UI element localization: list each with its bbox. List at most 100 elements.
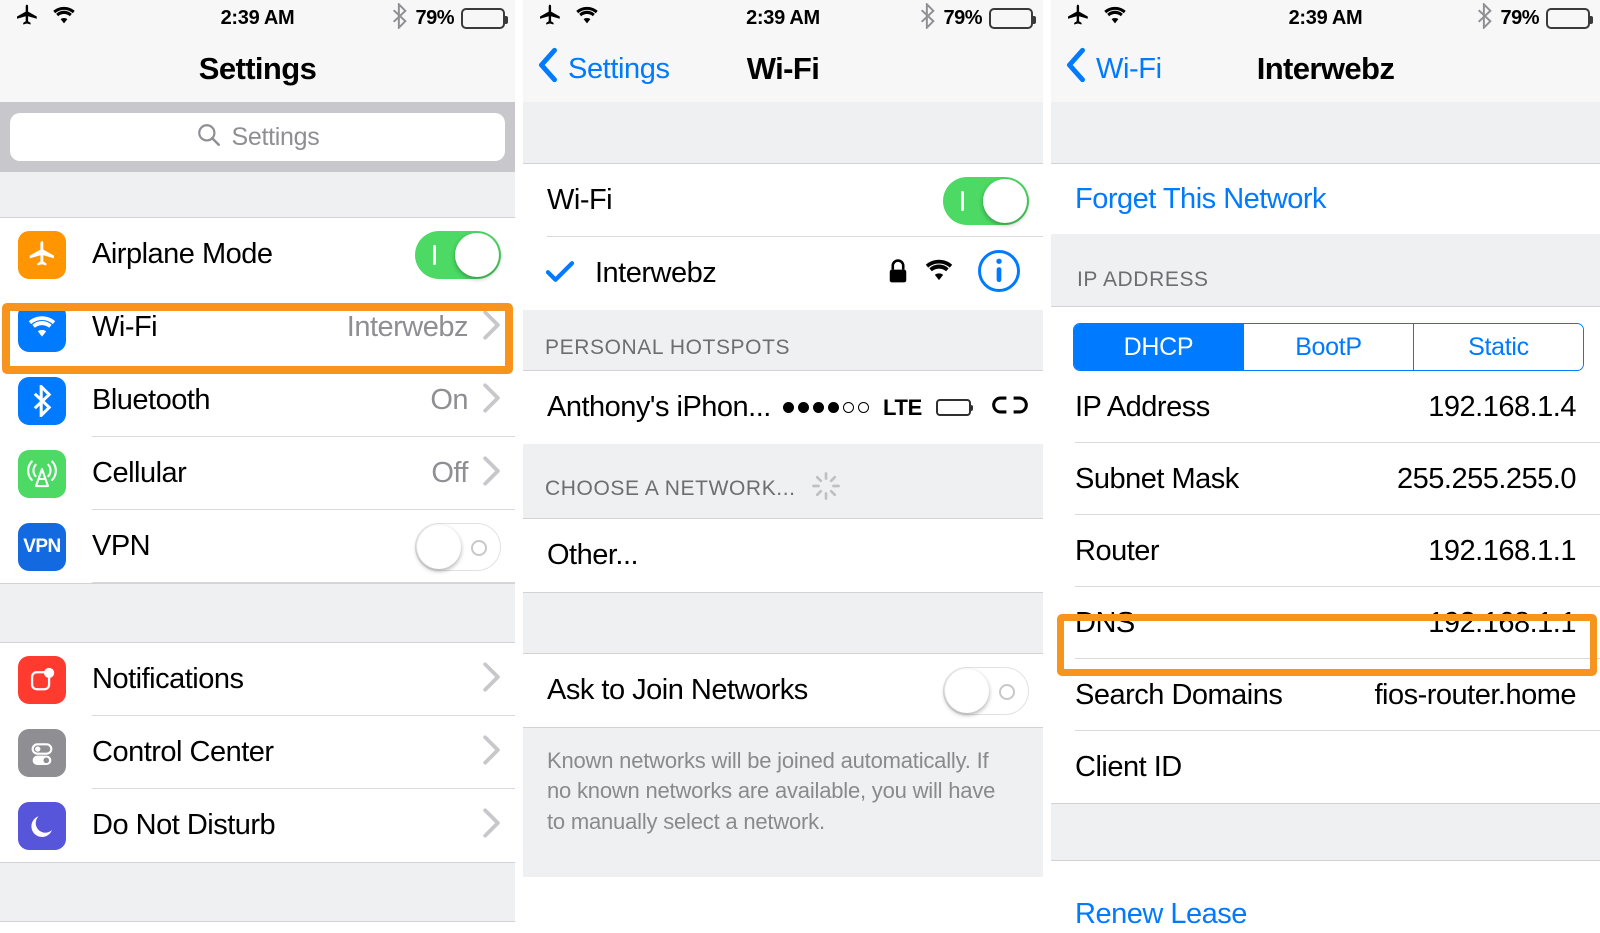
forget-this-network-button[interactable]: Forget This Network bbox=[1051, 164, 1600, 234]
ask-to-join-row[interactable]: Ask to Join Networks bbox=[523, 654, 1043, 727]
battery-percent: 79% bbox=[1500, 6, 1539, 29]
back-button-wifi[interactable]: Wi-Fi bbox=[1065, 47, 1162, 91]
section-header-label: IP ADDRESS bbox=[1077, 268, 1209, 291]
settings-list-system: Notifications Control Center Do Not Dist… bbox=[0, 643, 515, 862]
sidebar-item-label: Airplane Mode bbox=[92, 238, 273, 270]
nav-bar-1: Settings bbox=[0, 36, 515, 102]
network-row-interwebz[interactable]: Interwebz bbox=[523, 237, 1043, 310]
sidebar-item-control-center[interactable]: Control Center bbox=[0, 716, 515, 789]
bluetooth-icon bbox=[1476, 1, 1493, 34]
airplane-mode-toggle[interactable] bbox=[415, 230, 501, 279]
battery-icon bbox=[989, 7, 1036, 29]
back-button-label: Wi-Fi bbox=[1096, 52, 1162, 85]
detail-label: Client ID bbox=[1075, 750, 1182, 783]
status-bar-1: 2:39 AM 79% bbox=[0, 0, 515, 36]
sidebar-item-cellular[interactable]: Cellular Off bbox=[0, 437, 515, 510]
back-button-settings[interactable]: Settings bbox=[537, 47, 670, 91]
footer-container: Known networks will be joined automatica… bbox=[523, 727, 1043, 877]
status-bar-right-icons: 79% bbox=[919, 1, 1036, 34]
cellular-state: Off bbox=[431, 457, 468, 489]
detail-label: Router bbox=[1075, 534, 1160, 567]
ip-config-segmented-control[interactable]: DHCP BootP Static bbox=[1073, 323, 1584, 371]
wifi-toggle-section: Wi-Fi Interwebz bbox=[523, 164, 1043, 310]
search-placeholder: Settings bbox=[231, 122, 320, 151]
chevron-right-icon bbox=[482, 807, 501, 844]
group-gap-detail-bottom bbox=[1051, 803, 1600, 861]
detail-label: Search Domains bbox=[1075, 678, 1283, 711]
wifi-toggle[interactable] bbox=[943, 176, 1029, 225]
sidebar-item-wifi[interactable]: Wi-Fi Interwebz bbox=[0, 291, 515, 364]
do-not-disturb-icon bbox=[18, 801, 66, 850]
group-gap-2 bbox=[0, 583, 515, 643]
network-type-label: LTE bbox=[882, 394, 922, 420]
section-header-label: PERSONAL HOTSPOTS bbox=[545, 336, 791, 359]
search-bar-container: Settings bbox=[0, 102, 515, 172]
renew-lease-button[interactable]: Renew Lease bbox=[1051, 861, 1600, 931]
chevron-right-icon bbox=[482, 455, 501, 492]
ask-to-join-toggle[interactable] bbox=[943, 666, 1029, 715]
sidebar-item-airplane-mode[interactable]: Airplane Mode bbox=[0, 218, 515, 291]
group-gap-3 bbox=[0, 862, 515, 922]
detail-row-router[interactable]: Router 192.168.1.1 bbox=[1051, 515, 1600, 587]
airplane-icon bbox=[1065, 3, 1091, 34]
lock-icon bbox=[887, 257, 909, 290]
hotspot-row[interactable]: Anthony's iPhon... LTE bbox=[523, 371, 1043, 444]
detail-label: IP Address bbox=[1075, 390, 1210, 423]
battery-percent: 79% bbox=[415, 6, 454, 29]
bluetooth-state: On bbox=[430, 384, 468, 416]
chevron-right-icon bbox=[482, 734, 501, 771]
cellular-icon bbox=[18, 449, 66, 498]
back-button-label: Settings bbox=[568, 52, 670, 85]
sidebar-item-label: VPN bbox=[92, 530, 151, 562]
sidebar-item-do-not-disturb[interactable]: Do Not Disturb bbox=[0, 789, 515, 862]
battery-icon bbox=[461, 7, 508, 29]
status-bar-left-icons bbox=[1065, 3, 1128, 34]
nav-bar-3: Wi-Fi Interwebz bbox=[1051, 36, 1600, 102]
detail-row-dns[interactable]: DNS 192.168.1.1 bbox=[1051, 587, 1600, 659]
chevron-right-icon bbox=[482, 661, 501, 698]
segment-static[interactable]: Static bbox=[1414, 324, 1583, 370]
section-header-label: CHOOSE A NETWORK... bbox=[545, 477, 796, 500]
network-name: Other... bbox=[547, 539, 639, 571]
detail-row-ip-address[interactable]: IP Address 192.168.1.4 bbox=[1051, 371, 1600, 443]
sidebar-item-label: Cellular bbox=[92, 457, 187, 489]
available-networks-list: Other... bbox=[523, 519, 1043, 592]
section-header-ip-address: IP ADDRESS bbox=[1051, 234, 1600, 307]
segment-dhcp[interactable]: DHCP bbox=[1074, 324, 1244, 370]
page-title: Settings bbox=[198, 51, 317, 86]
sidebar-item-notifications[interactable]: Notifications bbox=[0, 643, 515, 716]
detail-value: 192.168.1.1 bbox=[1428, 534, 1576, 567]
notifications-icon bbox=[18, 655, 66, 704]
sidebar-item-bluetooth[interactable]: Bluetooth On bbox=[0, 364, 515, 437]
info-icon[interactable] bbox=[977, 249, 1021, 298]
three-panel-screenshot: 2:39 AM 79% Settings Settings Airplane M… bbox=[0, 0, 1600, 933]
sidebar-item-label: Control Center bbox=[92, 736, 274, 768]
panel-divider-2 bbox=[1043, 0, 1051, 933]
segment-bootp[interactable]: BootP bbox=[1244, 324, 1414, 370]
hotspot-meta: LTE bbox=[782, 392, 1029, 423]
detail-value: 255.255.255.0 bbox=[1397, 462, 1576, 495]
search-input[interactable]: Settings bbox=[10, 113, 505, 161]
group-gap-1 bbox=[0, 172, 515, 218]
detail-row-search-domains[interactable]: Search Domains fios-router.home bbox=[1051, 659, 1600, 731]
chevron-right-icon bbox=[482, 382, 501, 419]
wifi-current-network: Interwebz bbox=[346, 311, 469, 343]
section-header-hotspots: PERSONAL HOTSPOTS bbox=[523, 310, 1043, 371]
ask-to-join-section: Ask to Join Networks bbox=[523, 654, 1043, 727]
ask-to-join-label: Ask to Join Networks bbox=[547, 674, 808, 706]
detail-value: 192.168.1.4 bbox=[1428, 390, 1576, 423]
detail-row-subnet-mask[interactable]: Subnet Mask 255.255.255.0 bbox=[1051, 443, 1600, 515]
detail-row-client-id[interactable]: Client ID bbox=[1051, 731, 1600, 803]
network-row-other[interactable]: Other... bbox=[523, 519, 1043, 592]
wifi-icon bbox=[51, 6, 77, 31]
vpn-toggle[interactable] bbox=[415, 522, 501, 571]
panel-divider-1 bbox=[515, 0, 523, 933]
detail-value: 192.168.1.1 bbox=[1428, 606, 1576, 639]
wifi-icon bbox=[574, 6, 600, 31]
panel-wifi: 2:39 AM 79% Settings Wi-Fi Wi-Fi Interwe… bbox=[523, 0, 1043, 933]
wifi-toggle-row[interactable]: Wi-Fi bbox=[523, 164, 1043, 237]
forget-network-section: Forget This Network bbox=[1051, 164, 1600, 234]
detail-label: DNS bbox=[1075, 606, 1135, 639]
panel-network-details: 2:39 AM 79% Wi-Fi Interwebz Forget This bbox=[1051, 0, 1600, 933]
sidebar-item-vpn[interactable]: VPN VPN bbox=[0, 510, 515, 583]
